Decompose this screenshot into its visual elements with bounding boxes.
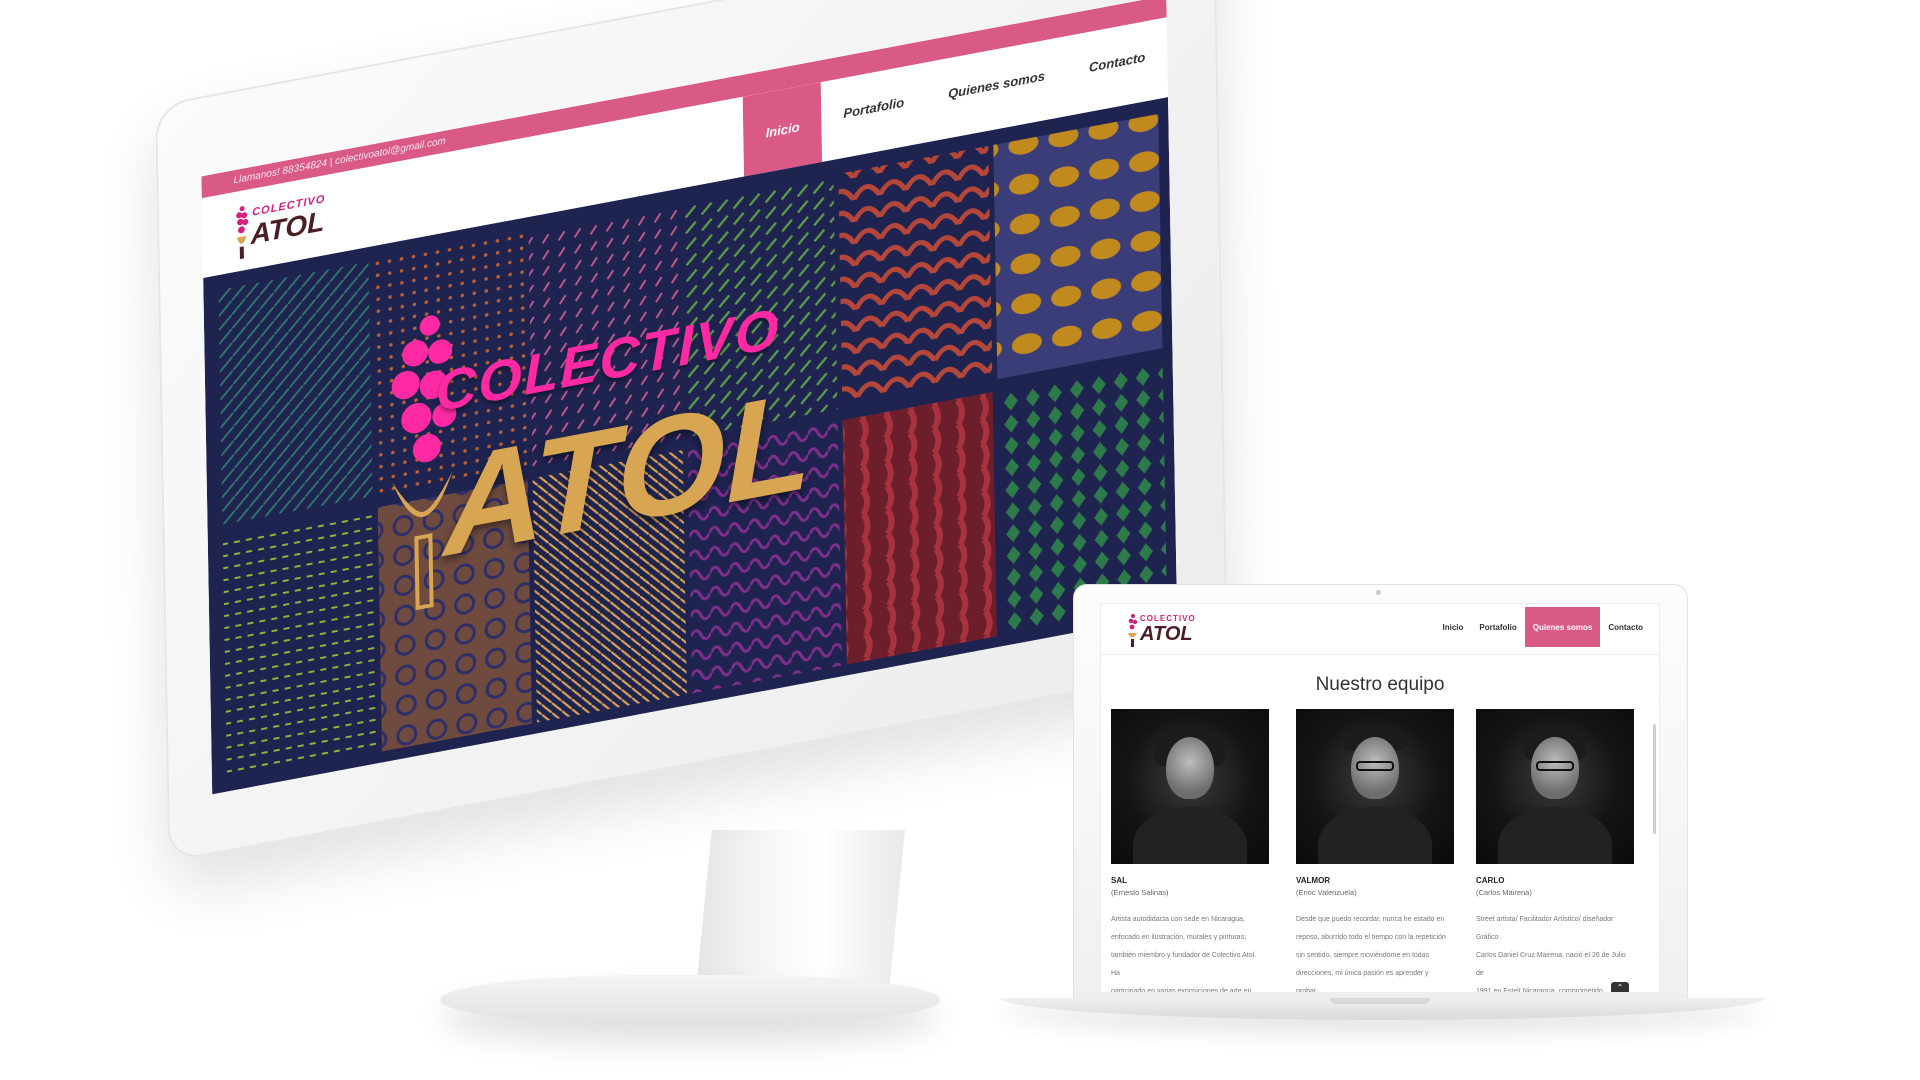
- hero-banner: COLECTIVO ATOL: [203, 97, 1178, 795]
- pattern-tile: [838, 145, 993, 409]
- monitor-bezel: [155, 0, 1229, 863]
- nav-contacto[interactable]: Contacto: [1066, 17, 1168, 106]
- pattern-tile: [532, 450, 687, 723]
- nav-portafolio[interactable]: Portafolio: [821, 63, 927, 152]
- pattern-tile: [222, 508, 377, 781]
- desktop-website: Llamanos! 88354824 | colectivoatol@gmail…: [201, 0, 1178, 795]
- team-card: SAL (Ernesto Salinas) Artista autodidact…: [1111, 709, 1271, 993]
- page-scrollbar[interactable]: [1653, 724, 1656, 834]
- team-member-fullname: (Enoc Valenzuela): [1296, 888, 1357, 897]
- hero-title: COLECTIVO: [435, 295, 782, 424]
- team-member-description: Desde que puedo recordar, nunca he estad…: [1296, 916, 1446, 993]
- nav-contacto[interactable]: Contacto: [1600, 607, 1651, 647]
- nav-inicio[interactable]: Inicio: [742, 82, 823, 177]
- site-logo[interactable]: COLECTIVO ATOL: [232, 189, 325, 265]
- logo-text-small: COLECTIVO: [1140, 614, 1196, 623]
- hero-pattern-background: [218, 113, 1167, 781]
- team-member-name: SAL: [1111, 876, 1127, 885]
- chevron-up-icon: ⌃: [1616, 983, 1624, 992]
- hero-torch-icon: [391, 315, 457, 611]
- section-title: Nuestro equipo: [1315, 674, 1445, 695]
- team-member-description: Street artista/ Facilitador Artístico/ d…: [1476, 916, 1626, 993]
- team-photo: [1476, 709, 1634, 864]
- pattern-tile: [218, 262, 373, 525]
- nav-quienes-somos[interactable]: Quienes somos: [926, 36, 1068, 132]
- pattern-tile: [842, 392, 997, 665]
- pattern-tile: [683, 174, 838, 438]
- pattern-tile: [373, 232, 528, 496]
- site-header: COLECTIVO ATOL Inicio Portafolio Quienes…: [201, 17, 1169, 278]
- monitor-stand-base: [440, 975, 940, 1025]
- team-member-description: Artista autodidacta con sede en Nicaragu…: [1111, 916, 1257, 993]
- team-member-name: CARLO: [1476, 876, 1505, 885]
- main-nav: Inicio Portafolio Quienes somos Contacto: [742, 17, 1168, 177]
- laptop-notch: [1330, 998, 1430, 1004]
- main-nav: Inicio Portafolio Quienes somos Contacto: [1435, 607, 1651, 647]
- pattern-tile: [687, 421, 842, 694]
- contact-bar: Llamanos! 88354824 | colectivoatol@gmail…: [201, 0, 1167, 199]
- logo-text-big: ATOL: [250, 205, 325, 251]
- atol-torch-icon: [1128, 614, 1138, 647]
- laptop-website: COLECTIVO ATOL Inicio Portafolio Quienes…: [1100, 603, 1660, 993]
- nav-inicio[interactable]: Inicio: [1435, 607, 1472, 647]
- webcam-icon: [1376, 590, 1381, 595]
- team-photo: [1111, 709, 1269, 864]
- team-member-fullname: (Ernesto Salinas): [1111, 888, 1169, 897]
- desktop-monitor: Llamanos! 88354824 | colectivoatol@gmail…: [155, 0, 1229, 863]
- site-header: COLECTIVO ATOL Inicio Portafolio Quienes…: [1101, 604, 1659, 655]
- hero-brand: ATOL: [441, 360, 813, 586]
- team-member-fullname: (Carlos Mairena): [1476, 888, 1532, 897]
- team-card: CARLO (Carlos Mairena) Street artista/ F…: [1476, 709, 1636, 993]
- pattern-tile: [528, 203, 683, 467]
- team-member-name: VALMOR: [1296, 876, 1331, 885]
- site-logo[interactable]: COLECTIVO ATOL: [1126, 612, 1196, 648]
- team-photo: [1296, 709, 1454, 864]
- atol-torch-icon: [236, 206, 249, 260]
- back-to-top-button[interactable]: ⌃: [1611, 982, 1629, 992]
- team-card: VALMOR (Enoc Valenzuela) Desde que puedo…: [1296, 709, 1456, 993]
- nav-quienes-somos[interactable]: Quienes somos: [1524, 607, 1601, 647]
- pattern-tile: [377, 479, 532, 752]
- logo-text-small: COLECTIVO: [252, 193, 326, 219]
- pattern-tile: [993, 113, 1163, 380]
- logo-text-big: ATOL: [1140, 623, 1193, 645]
- nav-portafolio[interactable]: Portafolio: [1471, 607, 1524, 647]
